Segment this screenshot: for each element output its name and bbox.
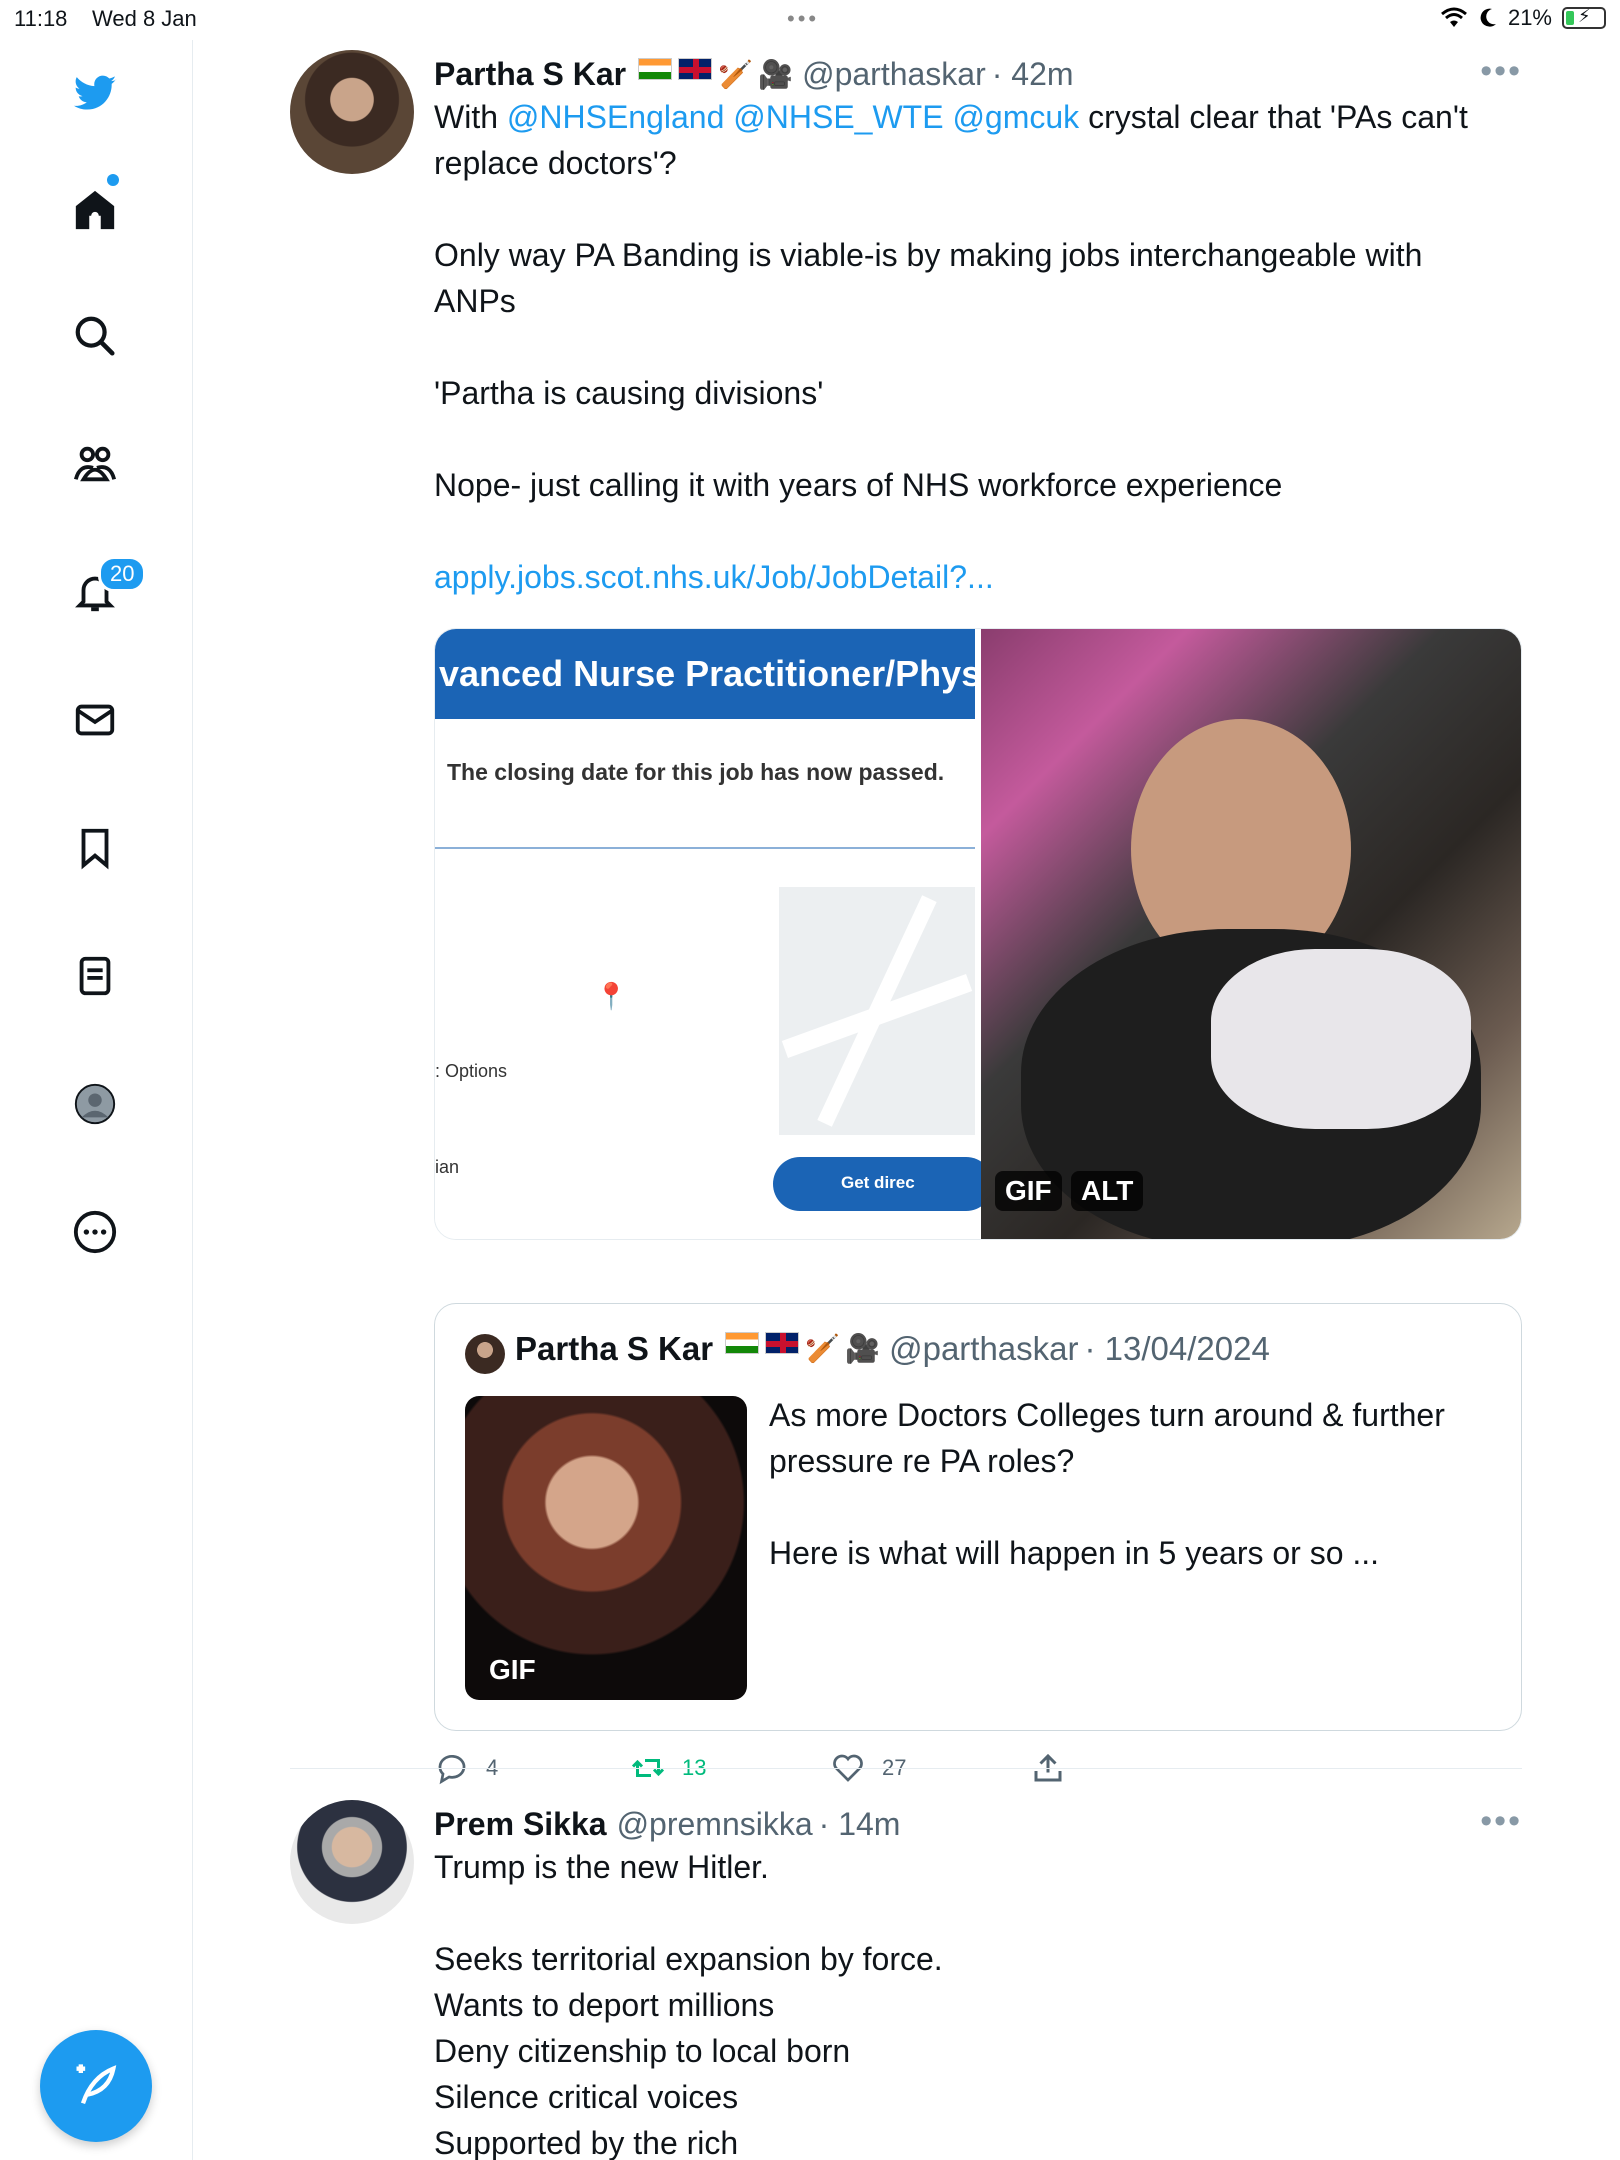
more-options-icon[interactable] — [69, 1206, 121, 1258]
uk-flag-icon — [678, 57, 713, 80]
text-line: 'Partha is causing divisions' — [434, 375, 824, 411]
cricket-icon: 🏏 — [805, 1333, 840, 1364]
lists-icon[interactable] — [69, 950, 121, 1002]
text-line: Only way PA Banding is viable-is by maki… — [434, 237, 1423, 273]
status-indicators: 21% ⚡ — [1440, 5, 1606, 31]
quote-gif-thumbnail[interactable]: GIF — [465, 1396, 747, 1700]
gif-badge: GIF — [489, 1654, 536, 1685]
tweet-actions: 4 13 27 — [434, 1750, 1134, 1790]
text-line: Wants to deport millions — [434, 1987, 775, 2023]
tweet-divider — [290, 1768, 1522, 1769]
india-flag-icon — [725, 1332, 760, 1354]
text-line: Silence critical voices — [434, 2079, 739, 2115]
mention-link[interactable]: @NHSEngland — [507, 99, 724, 135]
job-title-banner: vanced Nurse Practitioner/Phys — [435, 629, 975, 719]
tweet-time[interactable]: · 14m — [819, 1806, 901, 1843]
quoted-tweet[interactable]: Partha S Kar 🏏 🎥 @parthaskar · 13/04/202… — [434, 1303, 1522, 1731]
search-icon[interactable] — [69, 310, 121, 362]
alt-badge[interactable]: ALT — [1071, 1171, 1144, 1211]
uk-flag-icon — [765, 1332, 800, 1354]
profile-avatar-icon[interactable] — [69, 1078, 121, 1130]
quote-text: As more Doctors Colleges turn around & f… — [769, 1392, 1499, 1576]
text-line: pressure re PA roles? — [769, 1443, 1075, 1479]
status-bar: 11:18 Wed 8 Jan ••• 21% ⚡ — [0, 0, 1620, 40]
text-line: ANPs — [434, 283, 516, 319]
tweet-text: Trump is the new Hitler. Seeks territori… — [434, 1844, 943, 2160]
more-menu-icon[interactable]: ••• — [1480, 52, 1522, 91]
cricket-icon: 🏏 — [718, 58, 753, 90]
get-directions-button: Get direc — [773, 1157, 993, 1211]
text-fragment: With — [434, 99, 507, 135]
tweet-text: With @NHSEngland @NHSE_WTE @gmcuk crysta… — [434, 94, 1468, 600]
facepalm-gif[interactable]: GIF ALT — [981, 629, 1521, 1239]
movie-camera-icon: 🎥 — [758, 58, 793, 90]
notifications-badge: 20 — [98, 556, 147, 592]
author-handle[interactable]: @parthaskar — [802, 56, 986, 93]
status-date: Wed 8 Jan — [92, 6, 197, 31]
more-menu-icon[interactable]: ••• — [1480, 1802, 1522, 1841]
gif-badge: GIF — [995, 1171, 1062, 1211]
sidebar-nav: 20 — [0, 40, 193, 2160]
shirt-sleeve-shape — [1211, 949, 1471, 1129]
bookmarks-icon[interactable] — [69, 822, 121, 874]
mention-link[interactable]: @NHSE_WTE — [733, 99, 943, 135]
messages-icon[interactable] — [69, 694, 121, 746]
home-unread-dot — [107, 174, 119, 186]
map-thumbnail — [779, 887, 975, 1135]
text-line: Nope- just calling it with years of NHS … — [434, 467, 1283, 503]
mention-link[interactable]: @gmcuk — [952, 99, 1079, 135]
battery-icon: ⚡ — [1562, 6, 1606, 29]
home-icon[interactable] — [69, 184, 121, 236]
compose-feather-icon — [76, 2064, 117, 2105]
text-line: As more Doctors Colleges turn around & f… — [769, 1397, 1445, 1433]
wifi-icon — [1440, 7, 1467, 27]
movie-camera-icon: 🎥 — [845, 1333, 880, 1364]
avatar[interactable] — [290, 50, 414, 174]
multitasking-dots-icon[interactable]: ••• — [787, 6, 819, 32]
quote-avatar — [465, 1334, 505, 1374]
tweet-time[interactable]: · 42m — [992, 56, 1074, 93]
external-link[interactable]: apply.jobs.scot.nhs.uk/Job/JobDetail?... — [434, 554, 1468, 600]
quote-header: Partha S Kar 🏏 🎥 @parthaskar · 13/04/202… — [515, 1330, 1270, 1368]
tweet[interactable]: Prem Sikka @premnsikka · 14m ••• Trump i… — [290, 1800, 1522, 2160]
communities-icon[interactable] — [69, 438, 121, 490]
partial-label: ian — [435, 1157, 460, 1177]
name-emojis: 🏏 🎥 — [638, 57, 793, 92]
name-emojis: 🏏 🎥 — [725, 1332, 880, 1366]
text-line: replace doctors'? — [434, 145, 677, 181]
closing-notice: The closing date for this job has now pa… — [447, 759, 945, 785]
text-line: Deny citizenship to local born — [434, 2033, 851, 2069]
india-flag-icon — [638, 57, 673, 80]
media-grid[interactable]: vanced Nurse Practitioner/Phys The closi… — [434, 628, 1522, 1240]
status-time: 11:18 — [14, 6, 68, 31]
avatar[interactable] — [290, 1800, 414, 1924]
options-label: : Options — [435, 1061, 508, 1081]
text-line: Supported by the rich — [434, 2125, 739, 2160]
tweet-header: Prem Sikka @premnsikka · 14m — [434, 1806, 900, 1843]
divider-line — [435, 847, 975, 849]
job-screenshot-image[interactable]: vanced Nurse Practitioner/Phys The closi… — [435, 629, 993, 1239]
author-handle[interactable]: @premnsikka — [617, 1806, 813, 1843]
moon-icon — [1480, 8, 1496, 27]
author-name[interactable]: Prem Sikka — [434, 1806, 607, 1843]
quote-author-handle: @parthaskar — [889, 1330, 1079, 1367]
text-line: Seeks territorial expansion by force. — [434, 1941, 943, 1977]
quote-author-name: Partha S Kar — [515, 1330, 714, 1367]
quote-date: · 13/04/2024 — [1084, 1330, 1270, 1367]
text-line: Trump is the new Hitler. — [434, 1849, 769, 1885]
twitter-logo-icon[interactable] — [69, 68, 121, 120]
map-pin-icon: 📍 — [595, 981, 628, 1011]
tweet[interactable]: Partha S Kar 🏏 🎥 @parthaskar · 42m ••• W… — [290, 50, 1522, 1785]
tweet-header: Partha S Kar 🏏 🎥 @parthaskar · 42m — [434, 56, 1074, 93]
author-name[interactable]: Partha S Kar — [434, 56, 626, 93]
battery-percent: 21% — [1507, 5, 1552, 30]
compose-tweet-button[interactable] — [40, 2030, 152, 2142]
text-fragment: crystal clear that 'PAs can't — [1079, 99, 1468, 135]
text-line: Here is what will happen in 5 years or s… — [769, 1535, 1380, 1571]
